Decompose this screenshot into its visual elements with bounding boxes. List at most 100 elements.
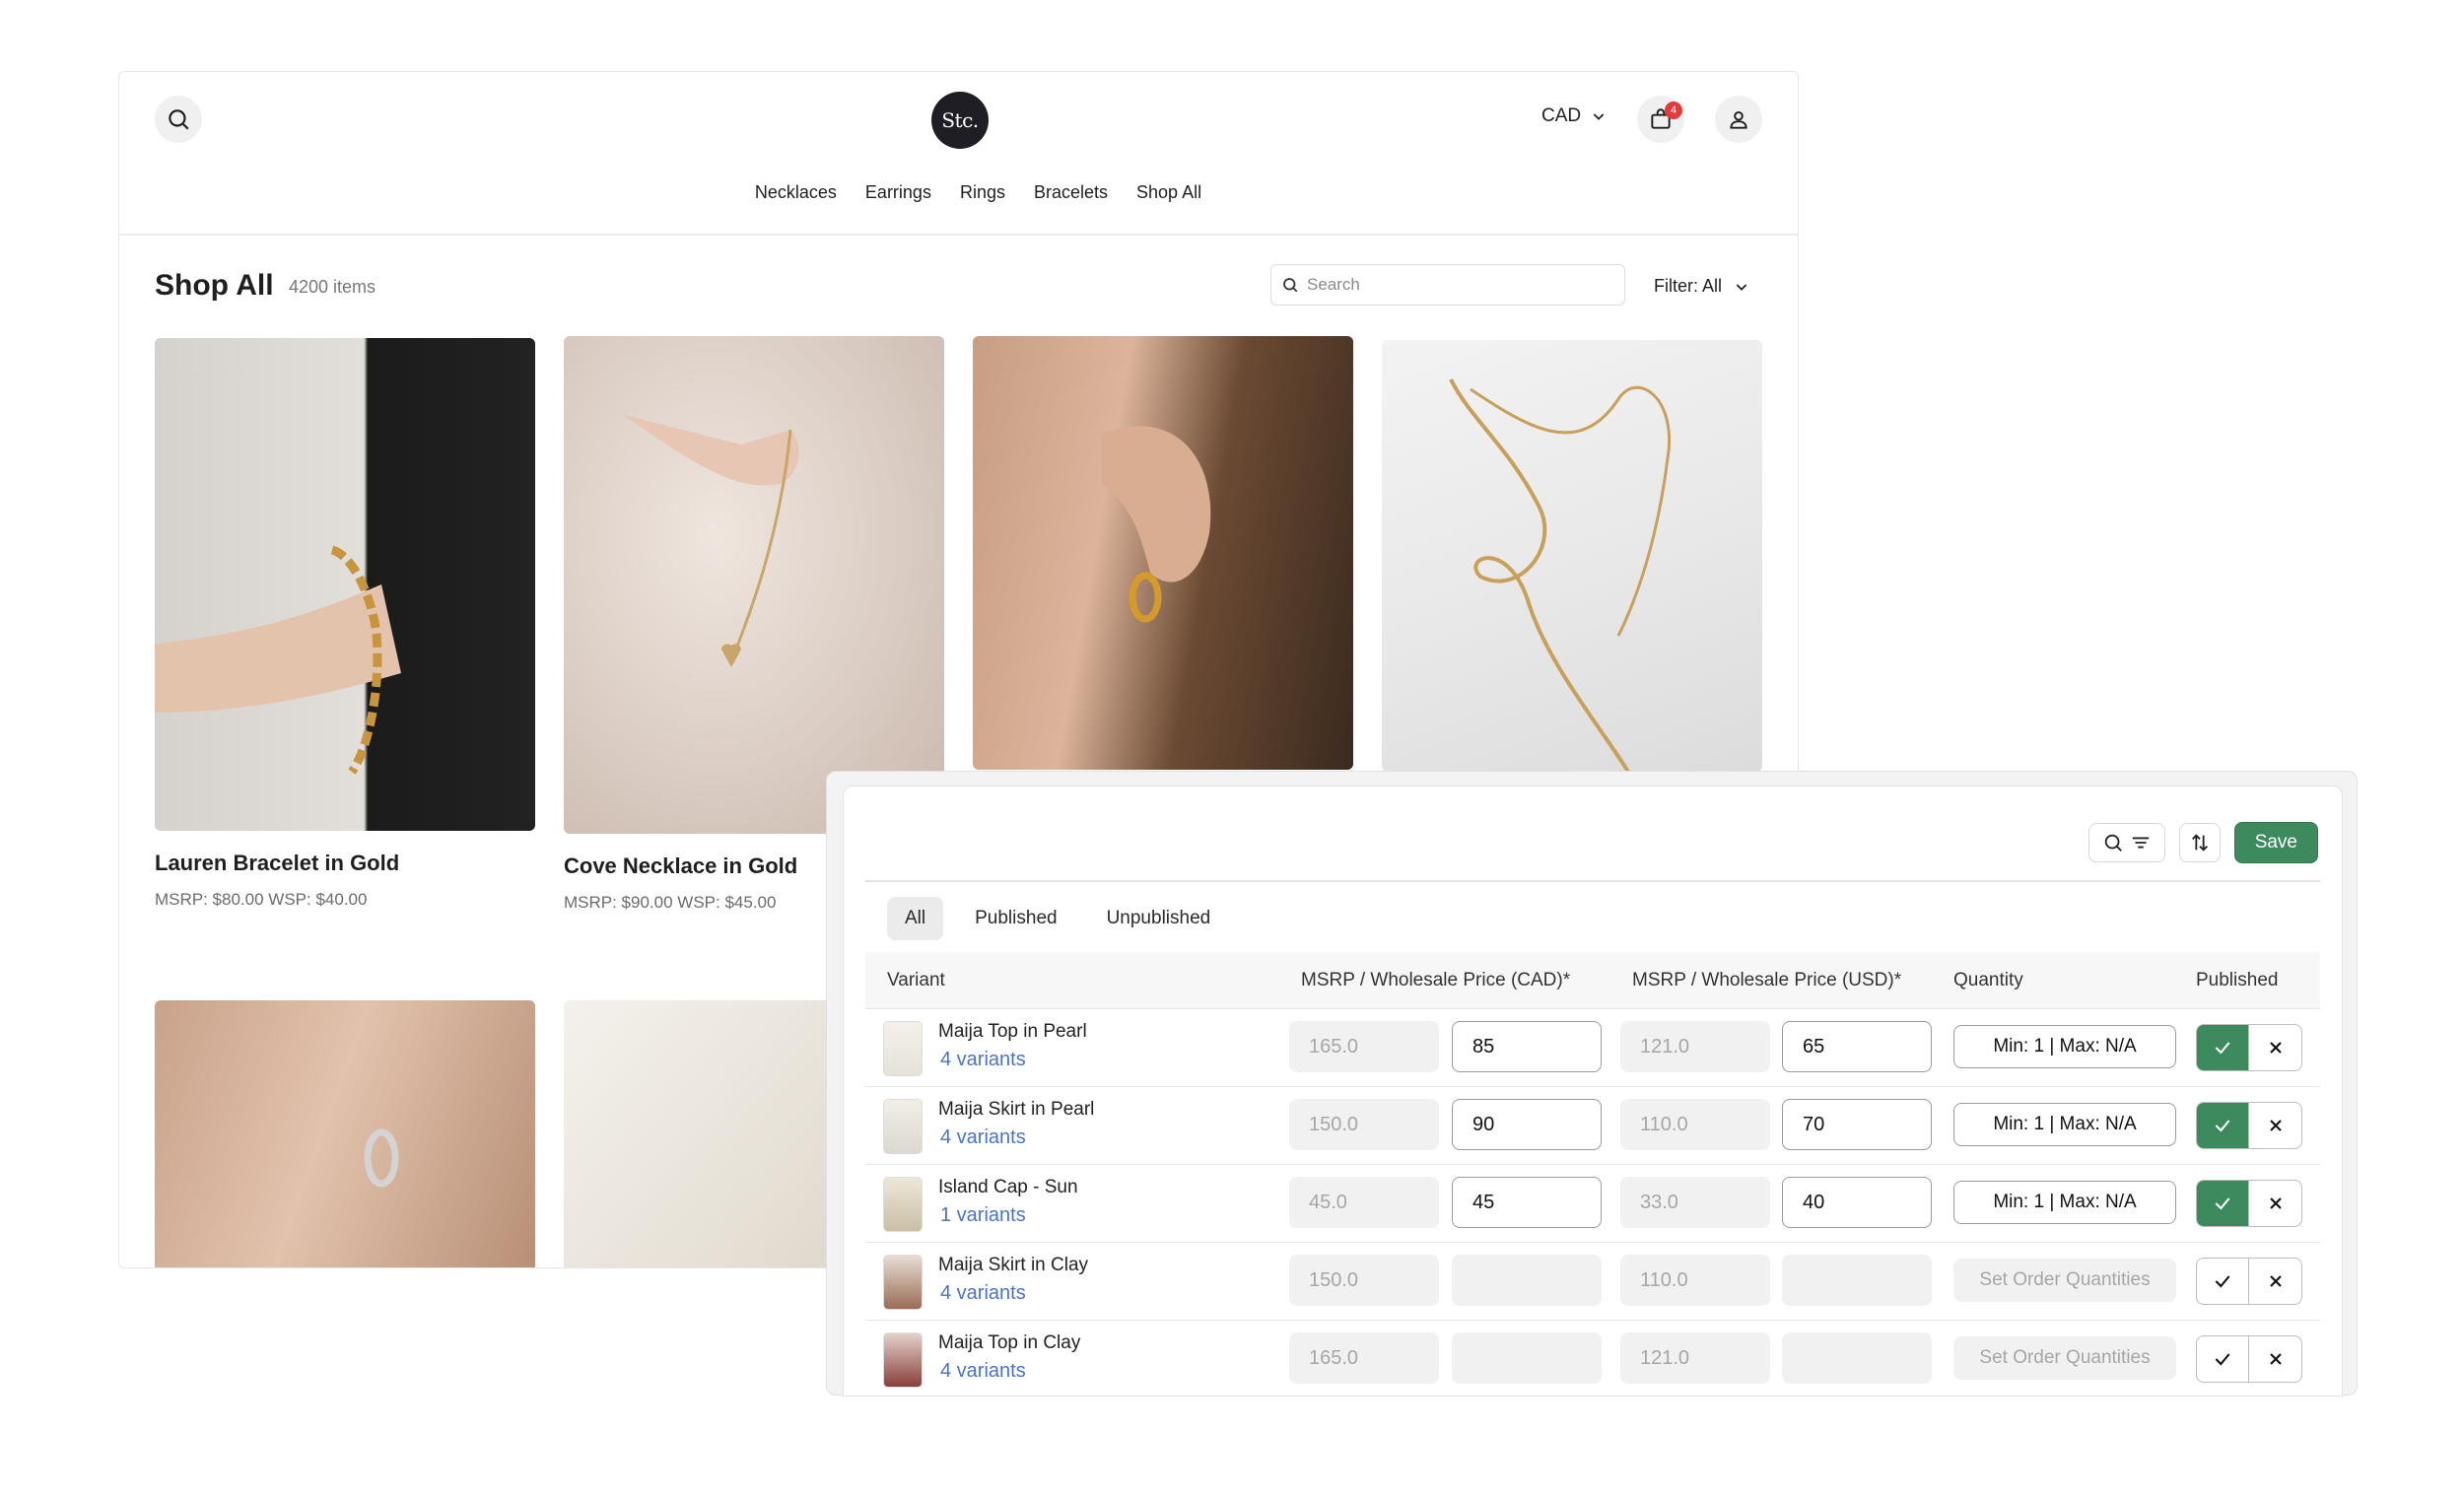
wholesale-usd-input[interactable] (1782, 1332, 1932, 1384)
store-header: Stc. CAD 4 Necklaces Earrings Rings Brac… (119, 72, 1798, 236)
variants-link[interactable]: 4 variants (940, 1282, 1026, 1305)
wholesale-usd-input[interactable] (1782, 1255, 1932, 1306)
filter-dropdown[interactable]: Filter: All (1654, 276, 1749, 297)
product-search[interactable] (1270, 264, 1625, 306)
search-input[interactable] (1307, 275, 1603, 295)
cart-button[interactable]: 4 (1637, 96, 1684, 143)
unpublish-button[interactable] (2249, 1181, 2301, 1226)
publish-toggle (2196, 1258, 2302, 1305)
variants-link[interactable]: 4 variants (940, 1126, 1026, 1149)
account-button[interactable] (1715, 96, 1762, 143)
column-header-cad: MSRP / Wholesale Price (CAD)* (1301, 970, 1571, 990)
close-icon (2269, 1042, 2282, 1054)
column-header-published: Published (2196, 970, 2279, 990)
currency-label: CAD (1541, 105, 1582, 126)
search-icon (1283, 278, 1298, 293)
currency-selector[interactable]: CAD (1541, 105, 1607, 127)
variants-link[interactable]: 4 variants (940, 1049, 1026, 1071)
product-image-chain[interactable] (1382, 340, 1762, 772)
admin-panel-frame: Save All Published Unpublished Variant M… (826, 771, 2358, 1397)
nav-item-earrings[interactable]: Earrings (865, 182, 931, 203)
close-icon (2269, 1120, 2282, 1131)
variant-name: Maija Skirt in Pearl (938, 1099, 1095, 1120)
close-icon (2269, 1197, 2282, 1209)
msrp-usd-field: 33.0 (1620, 1177, 1770, 1228)
item-count: 4200 items (289, 277, 376, 297)
unpublish-button[interactable] (2249, 1025, 2301, 1070)
wholesale-cad-input[interactable]: 85 (1452, 1021, 1602, 1072)
column-header-variant: Variant (887, 970, 945, 990)
wholesale-cad-input[interactable] (1452, 1332, 1602, 1384)
variant-name: Maija Top in Clay (938, 1332, 1081, 1353)
nav-item-bracelets[interactable]: Bracelets (1034, 182, 1108, 203)
nav-item-rings[interactable]: Rings (960, 182, 1005, 203)
publish-check-button[interactable] (2197, 1336, 2249, 1382)
variant-thumbnail (883, 1021, 923, 1076)
table-row: Island Cap - Sun 1 variants 45.0 45 33.0… (865, 1165, 2320, 1243)
variant-name: Maija Skirt in Clay (938, 1255, 1089, 1275)
table-row: Maija Top in Clay 4 variants 165.0 121.0… (865, 1321, 2320, 1396)
sort-arrows-icon (2191, 834, 2208, 852)
unpublish-button[interactable] (2249, 1103, 2301, 1148)
publish-check-button[interactable] (2197, 1103, 2249, 1148)
product-image-bracelet[interactable] (155, 338, 535, 831)
product-card[interactable] (155, 1000, 535, 1267)
publish-check-button[interactable] (2197, 1181, 2249, 1226)
variant-name: Island Cap - Sun (938, 1177, 1078, 1197)
wholesale-cad-input[interactable] (1452, 1255, 1602, 1306)
variants-link[interactable]: 4 variants (940, 1360, 1026, 1383)
quantity-button[interactable]: Min: 1 | Max: N/A (1953, 1181, 2176, 1224)
panel-toolbar: Save (2088, 822, 2318, 863)
tab-all[interactable]: All (887, 897, 944, 940)
product-card[interactable]: Lauren Bracelet in Gold MSRP: $80.00 WSP… (155, 338, 535, 910)
product-card[interactable] (973, 336, 1353, 770)
product-price: MSRP: $80.00 WSP: $40.00 (155, 890, 368, 909)
publish-toggle (2196, 1024, 2302, 1071)
product-name[interactable]: Lauren Bracelet in Gold (155, 851, 535, 876)
set-quantities-button[interactable]: Set Order Quantities (1953, 1336, 2176, 1380)
product-image-earring[interactable] (973, 336, 1353, 770)
unpublish-button[interactable] (2249, 1259, 2301, 1304)
msrp-usd-field: 121.0 (1620, 1021, 1770, 1072)
product-image-earring-2[interactable] (155, 1000, 535, 1267)
sort-button[interactable] (2178, 823, 2221, 862)
nav-item-necklaces[interactable]: Necklaces (755, 182, 837, 203)
wholesale-usd-input[interactable]: 70 (1782, 1099, 1932, 1150)
quantity-button[interactable]: Min: 1 | Max: N/A (1953, 1103, 2176, 1146)
wholesale-cad-input[interactable]: 90 (1452, 1099, 1602, 1150)
publish-check-button[interactable] (2197, 1025, 2249, 1070)
wholesale-usd-input[interactable]: 40 (1782, 1177, 1932, 1228)
publish-toggle (2196, 1102, 2302, 1149)
tab-unpublished[interactable]: Unpublished (1089, 897, 1229, 940)
table-row: Maija Skirt in Clay 4 variants 150.0 110… (865, 1243, 2320, 1321)
check-icon (2215, 1197, 2230, 1210)
toolbar-divider (865, 880, 2320, 882)
quantity-button[interactable]: Min: 1 | Max: N/A (1953, 1025, 2176, 1068)
msrp-cad-field: 165.0 (1289, 1332, 1439, 1384)
table-header: Variant MSRP / Wholesale Price (CAD)* MS… (865, 952, 2320, 1009)
wholesale-usd-input[interactable]: 65 (1782, 1021, 1932, 1072)
variant-name: Maija Top in Pearl (938, 1021, 1087, 1042)
user-icon (1730, 110, 1747, 129)
search-filter-button[interactable] (2088, 823, 2165, 862)
check-icon (2215, 1042, 2230, 1055)
tab-published[interactable]: Published (957, 897, 1074, 940)
wholesale-cad-input[interactable]: 45 (1452, 1177, 1602, 1228)
publish-check-button[interactable] (2197, 1259, 2249, 1304)
brand-logo[interactable]: Stc. (931, 92, 989, 149)
product-image-necklace[interactable] (564, 336, 944, 834)
save-button[interactable]: Save (2233, 822, 2318, 863)
unpublish-button[interactable] (2249, 1336, 2301, 1382)
nav-item-shop-all[interactable]: Shop All (1136, 182, 1201, 203)
set-quantities-button[interactable]: Set Order Quantities (1953, 1259, 2176, 1302)
variants-link[interactable]: 1 variants (940, 1204, 1026, 1227)
variant-thumbnail (883, 1255, 923, 1310)
msrp-cad-field: 150.0 (1289, 1255, 1439, 1306)
close-icon (2269, 1353, 2282, 1365)
chevron-down-icon (1736, 283, 1747, 291)
search-icon[interactable] (155, 96, 202, 143)
variant-thumbnail (883, 1177, 923, 1232)
msrp-cad-field: 150.0 (1289, 1099, 1439, 1150)
product-card[interactable] (1382, 340, 1762, 772)
publish-toggle (2196, 1335, 2302, 1383)
